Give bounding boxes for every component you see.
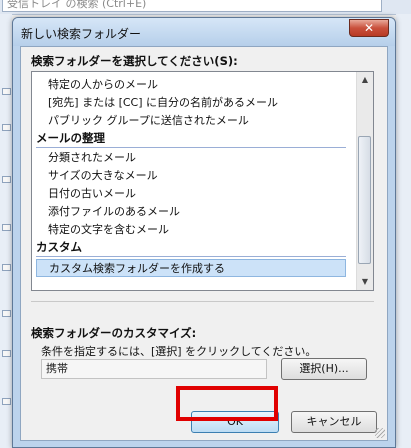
ok-button-highlight xyxy=(176,386,278,421)
search-folder-listbox[interactable]: 特定の人からのメール [宛先] または [CC] に自分の名前があるメール パブ… xyxy=(31,71,374,291)
background-message-list-edge xyxy=(0,14,12,448)
list-scrollbar[interactable]: ▲ ▼ xyxy=(356,72,373,290)
cancel-button[interactable]: キャンセル xyxy=(291,411,377,433)
group-header-organize: メールの整理 xyxy=(36,131,105,145)
list-item[interactable]: パブリック グループに送信されたメール xyxy=(48,112,249,130)
group-header-custom: カスタム xyxy=(36,240,82,254)
background-reading-pane-edge xyxy=(396,14,411,448)
scroll-down-icon[interactable]: ▼ xyxy=(357,274,373,290)
list-item[interactable]: サイズの大きなメール xyxy=(48,167,158,185)
envelope-icon xyxy=(2,398,11,405)
dialog-title-bar[interactable]: 新しい検索フォルダー ✕ xyxy=(13,18,395,46)
criteria-field[interactable]: 携帯 xyxy=(41,359,267,379)
list-item[interactable]: 分類されたメール xyxy=(48,149,136,167)
list-item-selected[interactable]: カスタム検索フォルダーを作成する xyxy=(36,259,346,277)
list-item[interactable]: 日付の古いメール xyxy=(48,185,136,203)
dialog-client-area: 検索フォルダーを選択してください(S): 特定の人からのメール [宛先] または… xyxy=(20,46,388,441)
envelope-icon xyxy=(2,350,11,357)
group-divider xyxy=(36,147,346,148)
resize-grip-icon[interactable] xyxy=(375,428,385,438)
close-button[interactable]: ✕ xyxy=(349,19,389,37)
envelope-icon xyxy=(2,224,11,231)
envelope-icon xyxy=(2,310,11,317)
list-item[interactable]: [宛先] または [CC] に自分の名前があるメール xyxy=(48,94,278,112)
group-divider xyxy=(36,256,346,257)
scroll-up-icon[interactable]: ▲ xyxy=(357,72,373,88)
background-toolbar: 受信トレイ の検索 (Ctrl+E) xyxy=(0,0,411,15)
list-item[interactable]: 特定の人からのメール xyxy=(48,76,158,94)
list-item[interactable]: 添付ファイルのあるメール xyxy=(48,203,180,221)
envelope-icon xyxy=(2,264,11,271)
hint-text: 条件を指定するには、[選択] をクリックしてください。 xyxy=(41,345,317,358)
new-search-folder-dialog: 新しい検索フォルダー ✕ 検索フォルダーを選択してください(S): 特定の人から… xyxy=(12,17,396,448)
list-item[interactable]: 特定の文字を含むメール xyxy=(48,221,169,239)
envelope-icon xyxy=(2,124,11,131)
customize-label: 検索フォルダーのカスタマイズ: xyxy=(31,326,197,340)
scroll-thumb[interactable] xyxy=(358,136,371,264)
envelope-icon xyxy=(2,176,11,183)
envelope-icon xyxy=(2,88,11,95)
section-divider xyxy=(31,301,374,302)
choose-button[interactable]: 選択(H)... xyxy=(281,358,367,380)
dialog-title: 新しい検索フォルダー xyxy=(21,27,142,41)
select-folder-label: 検索フォルダーを選択してください(S): xyxy=(31,54,238,68)
background-search-input[interactable]: 受信トレイ の検索 (Ctrl+E) xyxy=(2,0,382,12)
close-icon: ✕ xyxy=(363,21,375,35)
